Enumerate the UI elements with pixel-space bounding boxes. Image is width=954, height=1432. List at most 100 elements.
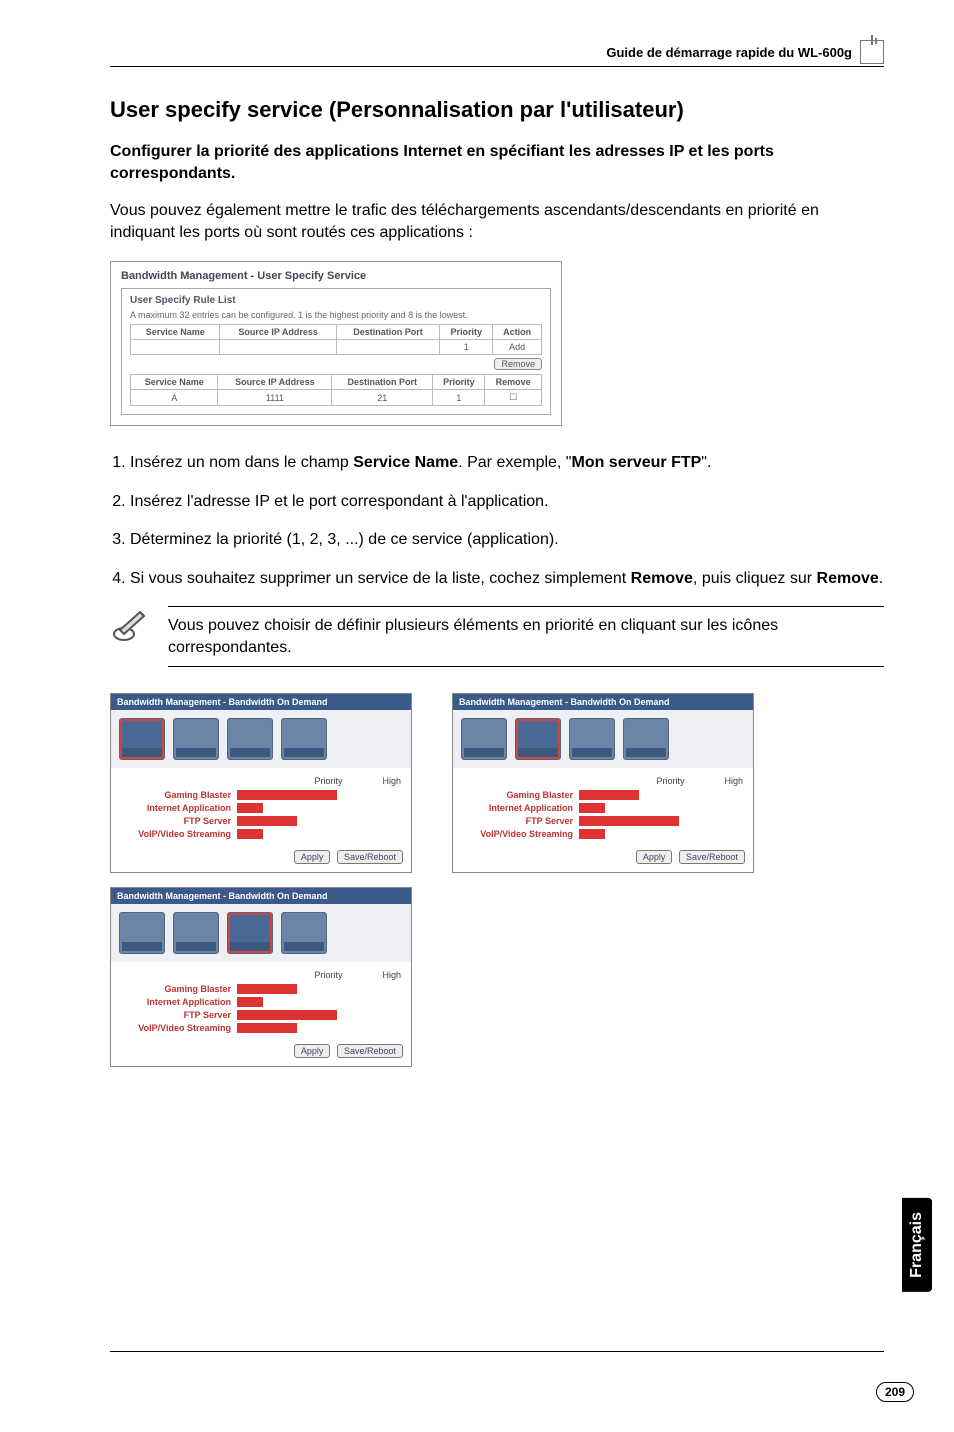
- priority-bar[interactable]: [237, 816, 297, 826]
- step1-bold2: Mon serveur FTP: [571, 454, 701, 471]
- section-subhead: Configurer la priorité des applications …: [110, 141, 884, 184]
- priority-bar[interactable]: [579, 790, 639, 800]
- mode-icon[interactable]: [281, 912, 327, 954]
- level-hdr: High: [382, 776, 401, 786]
- step4-part2: , puis cliquez sur: [693, 570, 817, 587]
- cell: 1: [433, 390, 485, 406]
- col2-priority: Priority: [433, 375, 485, 390]
- priority-bar[interactable]: [237, 1010, 337, 1020]
- priority-bar[interactable]: [579, 803, 605, 813]
- screenshot-bod-3: Bandwidth Management - Bandwidth On Dema…: [110, 887, 412, 1067]
- note-icon: [110, 606, 150, 646]
- priority-bar[interactable]: [237, 790, 337, 800]
- page-number: 209: [876, 1382, 914, 1402]
- mode-icon[interactable]: [173, 912, 219, 954]
- priority-bar[interactable]: [579, 829, 605, 839]
- step-4: Si vous souhaitez supprimer un service d…: [130, 568, 884, 590]
- row-label: VoIP/Video Streaming: [121, 829, 231, 839]
- cell: A: [131, 390, 218, 406]
- col2-port: Destination Port: [332, 375, 433, 390]
- step-1: Insérez un nom dans le champ Service Nam…: [130, 452, 884, 474]
- row-label: Gaming Blaster: [121, 984, 231, 994]
- shot-title: Bandwidth Management - Bandwidth On Dema…: [453, 694, 753, 710]
- scr1-table-add: Service Name Source IP Address Destinati…: [130, 324, 542, 355]
- col2-ip: Source IP Address: [218, 375, 332, 390]
- priority-hdr: Priority: [314, 970, 342, 980]
- row-label: FTP Server: [463, 816, 573, 826]
- priority-bar[interactable]: [237, 1023, 297, 1033]
- scr1-table-list: Service Name Source IP Address Destinati…: [130, 374, 542, 406]
- col2-service: Service Name: [131, 375, 218, 390]
- col-service: Service Name: [131, 325, 220, 340]
- priority-bar[interactable]: [579, 816, 679, 826]
- screenshot-bod-1: Bandwidth Management - Bandwidth On Dema…: [110, 693, 412, 873]
- cell[interactable]: [220, 340, 336, 355]
- apply-button[interactable]: Apply: [636, 850, 673, 864]
- scr1-note: A maximum 32 entries can be configured. …: [130, 310, 542, 320]
- step-3: Déterminez la priorité (1, 2, 3, ...) de…: [130, 529, 884, 551]
- priority-bar[interactable]: [237, 829, 263, 839]
- col-action: Action: [493, 325, 542, 340]
- row-label: FTP Server: [121, 816, 231, 826]
- cell[interactable]: 1: [440, 340, 493, 355]
- row-label: FTP Server: [121, 1010, 231, 1020]
- mode-icon[interactable]: [623, 718, 669, 760]
- row-label: VoIP/Video Streaming: [121, 1023, 231, 1033]
- priority-hdr: Priority: [656, 776, 684, 786]
- apply-button[interactable]: Apply: [294, 1044, 331, 1058]
- steps-list: Insérez un nom dans le champ Service Nam…: [110, 452, 884, 590]
- cell[interactable]: [131, 340, 220, 355]
- step4-bold2: Remove: [817, 570, 879, 587]
- intro-paragraph: Vous pouvez également mettre le trafic d…: [110, 200, 884, 243]
- priority-bar[interactable]: [237, 984, 297, 994]
- page-title: User specify service (Personnalisation p…: [110, 97, 884, 123]
- step1-part: Insérez un nom dans le champ: [130, 454, 353, 471]
- row-label: VoIP/Video Streaming: [463, 829, 573, 839]
- step4-part: Si vous souhaitez supprimer un service d…: [130, 570, 631, 587]
- shot-icons: [111, 710, 411, 768]
- save-reboot-button[interactable]: Save/Reboot: [337, 850, 403, 864]
- step1-part2: . Par exemple, ": [458, 454, 571, 471]
- shot-icons: [453, 710, 753, 768]
- save-reboot-button[interactable]: Save/Reboot: [337, 1044, 403, 1058]
- mode-icon[interactable]: [515, 718, 561, 760]
- scr1-caption: Bandwidth Management - User Specify Serv…: [121, 270, 551, 282]
- priority-hdr: Priority: [314, 776, 342, 786]
- col-port: Destination Port: [336, 325, 439, 340]
- mode-icon[interactable]: [227, 912, 273, 954]
- cell: 21: [332, 390, 433, 406]
- cell: 1111: [218, 390, 332, 406]
- col2-remove: Remove: [485, 375, 542, 390]
- shot-title: Bandwidth Management - Bandwidth On Dema…: [111, 888, 411, 904]
- step1-bold1: Service Name: [353, 454, 458, 471]
- shot-title: Bandwidth Management - Bandwidth On Dema…: [111, 694, 411, 710]
- save-reboot-button[interactable]: Save/Reboot: [679, 850, 745, 864]
- router-icon: [860, 40, 884, 64]
- cell[interactable]: [336, 340, 439, 355]
- step4-bold1: Remove: [631, 570, 693, 587]
- language-tab: Français: [902, 1198, 932, 1292]
- remove-button[interactable]: Remove: [494, 358, 542, 370]
- mode-icon[interactable]: [119, 718, 165, 760]
- col-ip: Source IP Address: [220, 325, 336, 340]
- mode-icon[interactable]: [227, 718, 273, 760]
- priority-bar[interactable]: [237, 997, 263, 1007]
- step4-part3: .: [879, 570, 883, 587]
- header-rule: [110, 66, 884, 67]
- mode-icon[interactable]: [461, 718, 507, 760]
- mode-icon[interactable]: [119, 912, 165, 954]
- cell-add[interactable]: Add: [493, 340, 542, 355]
- level-hdr: High: [724, 776, 743, 786]
- apply-button[interactable]: Apply: [294, 850, 331, 864]
- priority-bar[interactable]: [237, 803, 263, 813]
- col-priority: Priority: [440, 325, 493, 340]
- shot-icons: [111, 904, 411, 962]
- cell-remove-checkbox[interactable]: ☐: [485, 390, 542, 406]
- row-label: Gaming Blaster: [121, 790, 231, 800]
- row-label: Internet Application: [121, 997, 231, 1007]
- level-hdr: High: [382, 970, 401, 980]
- mode-icon[interactable]: [173, 718, 219, 760]
- mode-icon[interactable]: [569, 718, 615, 760]
- mode-icon[interactable]: [281, 718, 327, 760]
- screenshot-bod-2: Bandwidth Management - Bandwidth On Dema…: [452, 693, 754, 873]
